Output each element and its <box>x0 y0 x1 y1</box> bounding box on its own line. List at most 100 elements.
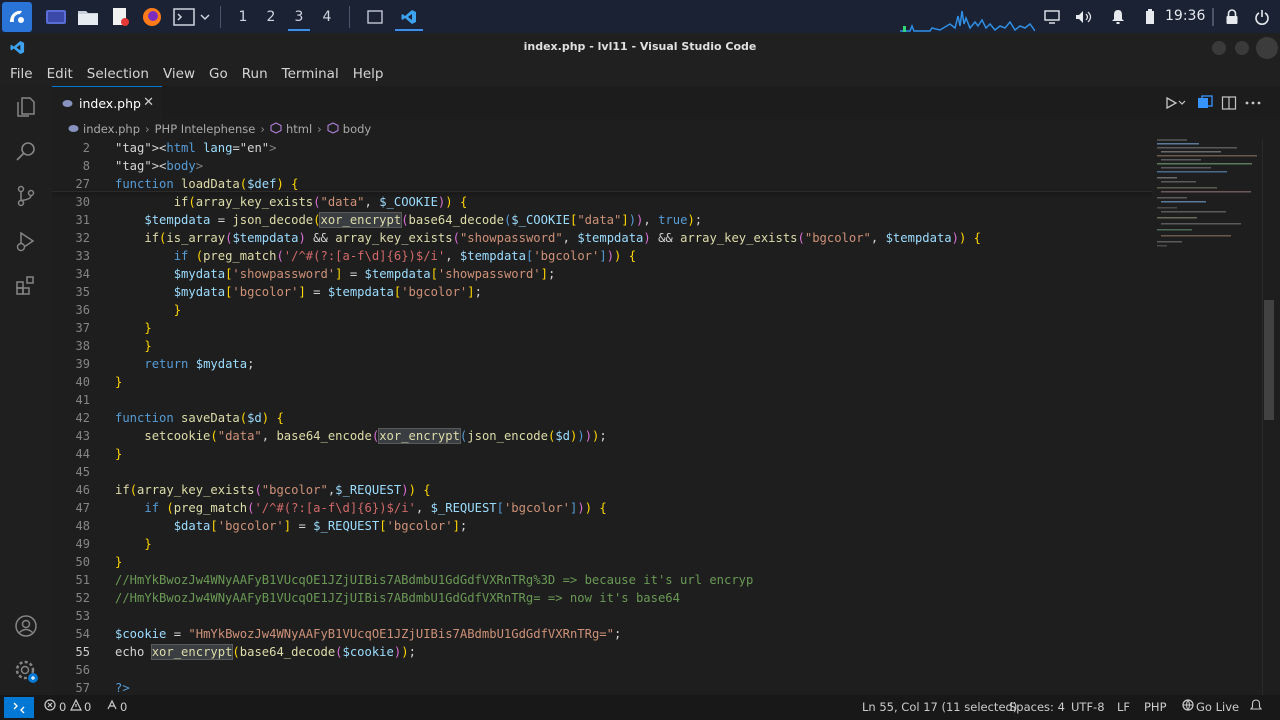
menu-help[interactable]: Help <box>346 62 391 86</box>
code-line[interactable]: } <box>115 553 122 571</box>
window-task-icon[interactable] <box>358 0 392 33</box>
volume-icon[interactable] <box>1074 0 1094 33</box>
search-icon[interactable] <box>13 138 39 164</box>
run-debug-icon[interactable] <box>13 228 39 254</box>
explorer-icon[interactable] <box>13 94 39 120</box>
line-number: 45 <box>75 465 90 479</box>
code-line[interactable]: $mydata['bgcolor'] = $tempdata['bgcolor'… <box>115 283 482 301</box>
notification-bell-icon[interactable] <box>1108 0 1128 33</box>
code-line[interactable]: } <box>115 301 181 319</box>
workspace-1[interactable]: 1 <box>229 0 257 33</box>
go-live-preview-icon[interactable] <box>1196 94 1214 112</box>
code-line[interactable]: } <box>115 319 151 337</box>
line-number: 2 <box>82 141 90 155</box>
vscode-task-icon[interactable] <box>392 0 426 33</box>
manage-gear-icon[interactable] <box>13 658 39 684</box>
code-line[interactable]: if(array_key_exists("bgcolor",$_REQUEST)… <box>115 481 431 499</box>
code-editor[interactable]: 2 "tag"><html lang="en"> 8 "tag"><body> 27 fu… <box>52 139 1152 695</box>
ports-count[interactable]: 0 <box>120 699 127 716</box>
workspace-2[interactable]: 2 <box>257 0 285 33</box>
sticky-scroll-divider <box>52 191 1152 192</box>
text-editor-icon[interactable] <box>108 5 132 29</box>
code-line[interactable]: "tag"><html lang="en"> <box>115 139 276 157</box>
menu-file[interactable]: File <box>3 62 40 86</box>
close-tab-icon[interactable]: ✕ <box>143 95 154 110</box>
warning-count[interactable]: 0 <box>84 699 91 716</box>
account-icon[interactable] <box>13 613 39 639</box>
breadcrumb-file[interactable]: index.php <box>83 122 140 136</box>
go-live-button[interactable]: Go Live <box>1196 699 1239 716</box>
code-line[interactable]: $mydata['showpassword'] = $tempdata['sho… <box>115 265 556 283</box>
desktop-icon[interactable] <box>44 5 68 29</box>
code-line[interactable]: //HmYkBwozJw4WNyAAFyB1VUcqOE1JZjUIBis7AB… <box>115 571 753 589</box>
end-of-line[interactable]: LF <box>1117 699 1130 716</box>
minimize-button[interactable] <box>1212 41 1226 55</box>
chevron-down-icon[interactable] <box>198 5 212 29</box>
terminal-icon[interactable] <box>172 5 196 29</box>
cursor-position[interactable]: Ln 55, Col 17 (11 selected) <box>862 699 1017 716</box>
error-count[interactable]: 0 <box>59 699 66 716</box>
split-editor-icon[interactable] <box>1220 94 1238 112</box>
menu-run[interactable]: Run <box>235 62 275 86</box>
line-number: 52 <box>75 591 90 605</box>
code-line[interactable]: ?> <box>115 679 130 695</box>
workspace-3[interactable]: 3 <box>285 0 313 33</box>
error-icon[interactable] <box>44 699 56 716</box>
power-icon[interactable] <box>1252 0 1272 33</box>
tab-index-php[interactable]: index.php ✕ <box>52 86 162 119</box>
code-line[interactable]: if (preg_match('/^#(?:[a-f\d]{6})$/i', $… <box>115 247 636 265</box>
go-live-icon[interactable] <box>1182 699 1194 716</box>
language-mode[interactable]: PHP <box>1144 699 1167 716</box>
close-window-button[interactable] <box>1256 37 1278 59</box>
code-line[interactable]: } <box>115 445 122 463</box>
workspace-4[interactable]: 4 <box>313 0 341 33</box>
remote-indicator-icon[interactable] <box>4 697 34 718</box>
system-panel: 1 2 3 4 19:36 <box>0 0 1280 33</box>
chevron-down-icon[interactable] <box>1176 94 1188 112</box>
app-launcher-icon[interactable] <box>2 1 32 32</box>
code-line[interactable]: } <box>115 337 151 355</box>
code-line[interactable]: } <box>115 373 122 391</box>
breadcrumb-html[interactable]: html <box>286 122 312 136</box>
code-line[interactable]: setcookie("data", base64_encode(xor_encr… <box>115 427 607 445</box>
minimap[interactable] <box>1152 139 1262 695</box>
notifications-bell-icon[interactable] <box>1249 699 1263 717</box>
code-line[interactable]: echo xor_encrypt(base64_decode($cookie))… <box>115 643 416 661</box>
warning-icon[interactable] <box>70 698 82 716</box>
code-line[interactable]: } <box>115 535 151 553</box>
menu-view[interactable]: View <box>156 62 202 86</box>
breadcrumb-body[interactable]: body <box>343 122 371 136</box>
line-number: 56 <box>75 663 90 677</box>
ports-icon[interactable] <box>106 699 118 716</box>
maximize-button[interactable] <box>1235 41 1249 55</box>
code-line[interactable]: $tempdata = json_decode(xor_encrypt(base… <box>115 211 702 229</box>
code-line[interactable]: $cookie = "HmYkBwozJw4WNyAAFyB1VUcqOE1JZ… <box>115 625 621 643</box>
file-manager-icon[interactable] <box>76 5 100 29</box>
code-line[interactable]: if (preg_match('/^#(?:[a-f\d]{6})$/i', $… <box>115 499 606 517</box>
clock[interactable]: 19:36 <box>1165 8 1205 24</box>
breadcrumb-extension[interactable]: PHP Intelephense <box>155 122 256 136</box>
firefox-icon[interactable] <box>140 5 164 29</box>
code-line[interactable]: $data['bgcolor'] = $_REQUEST['bgcolor']; <box>115 517 468 535</box>
display-icon[interactable] <box>1042 0 1062 33</box>
line-number: 31 <box>75 213 90 227</box>
menu-terminal[interactable]: Terminal <box>275 62 346 86</box>
php-file-icon <box>68 122 79 136</box>
code-line[interactable]: //HmYkBwozJw4WNyAAFyB1VUcqOE1JZjUIBis7AB… <box>115 589 680 607</box>
code-line[interactable]: return $mydata; <box>115 355 254 373</box>
code-line[interactable]: function saveData($d) { <box>115 409 284 427</box>
menu-selection[interactable]: Selection <box>80 62 156 86</box>
menu-go[interactable]: Go <box>202 62 235 86</box>
code-line[interactable]: "tag"><body> <box>115 157 203 175</box>
extensions-icon[interactable] <box>13 273 39 299</box>
menu-edit[interactable]: Edit <box>40 62 80 86</box>
more-actions-icon[interactable] <box>1244 94 1262 112</box>
indentation[interactable]: Spaces: 4 <box>1009 699 1065 716</box>
code-line[interactable]: if(is_array($tempdata) && array_key_exis… <box>115 229 981 247</box>
lock-icon[interactable] <box>1222 0 1242 33</box>
code-line[interactable]: if(array_key_exists("data", $_COOKIE)) { <box>115 193 468 211</box>
encoding[interactable]: UTF-8 <box>1071 699 1105 716</box>
battery-icon[interactable] <box>1140 0 1160 33</box>
source-control-icon[interactable] <box>13 183 39 209</box>
scrollbar-thumb[interactable] <box>1264 300 1274 420</box>
